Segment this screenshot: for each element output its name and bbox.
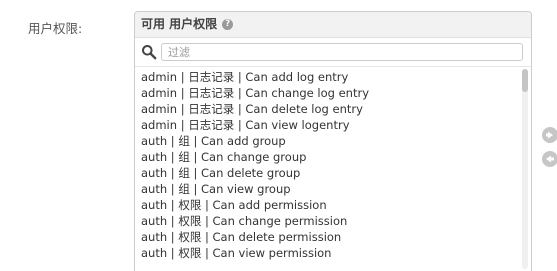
available-permissions-box: 可用 用户权限 ? admin | 日志记录 | Can add log ent… bbox=[134, 11, 532, 271]
permission-option[interactable]: admin | 日志记录 | Can change log entry bbox=[141, 85, 531, 101]
permissions-list[interactable]: admin | 日志记录 | Can add log entry admin |… bbox=[135, 67, 531, 269]
permission-option[interactable]: auth | 权限 | Can view permission bbox=[141, 245, 531, 261]
permission-option[interactable]: auth | 权限 | Can delete permission bbox=[141, 229, 531, 245]
arrow-right-icon bbox=[546, 131, 553, 139]
field-label: 用户权限: bbox=[28, 21, 83, 36]
arrow-left-icon bbox=[546, 155, 554, 163]
remove-permission-button[interactable] bbox=[542, 151, 557, 167]
permission-option[interactable]: admin | 日志记录 | Can delete log entry bbox=[141, 101, 531, 117]
permission-option[interactable]: auth | 权限 | Can change permission bbox=[141, 213, 531, 229]
available-permissions-title-text: 可用 用户权限 bbox=[141, 17, 218, 31]
permission-option[interactable]: admin | 日志记录 | Can view logentry bbox=[141, 117, 531, 133]
permission-option[interactable]: auth | 组 | Can add group bbox=[141, 133, 531, 149]
help-icon[interactable]: ? bbox=[222, 19, 234, 30]
available-permissions-title: 可用 用户权限 ? bbox=[135, 12, 531, 38]
scrollbar[interactable] bbox=[522, 69, 528, 269]
add-permission-button[interactable] bbox=[542, 127, 557, 143]
permission-option[interactable]: auth | 组 | Can delete group bbox=[141, 165, 531, 181]
scrollbar-thumb[interactable] bbox=[522, 69, 528, 92]
search-icon bbox=[142, 45, 157, 60]
permission-option[interactable]: auth | 组 | Can view group bbox=[141, 181, 531, 197]
filter-input[interactable] bbox=[161, 43, 523, 61]
permission-option[interactable]: auth | 组 | Can change group bbox=[141, 149, 531, 165]
filter-row bbox=[135, 38, 531, 67]
permission-option[interactable]: auth | 权限 | Can add permission bbox=[141, 197, 531, 213]
permission-option[interactable]: admin | 日志记录 | Can add log entry bbox=[141, 69, 531, 85]
